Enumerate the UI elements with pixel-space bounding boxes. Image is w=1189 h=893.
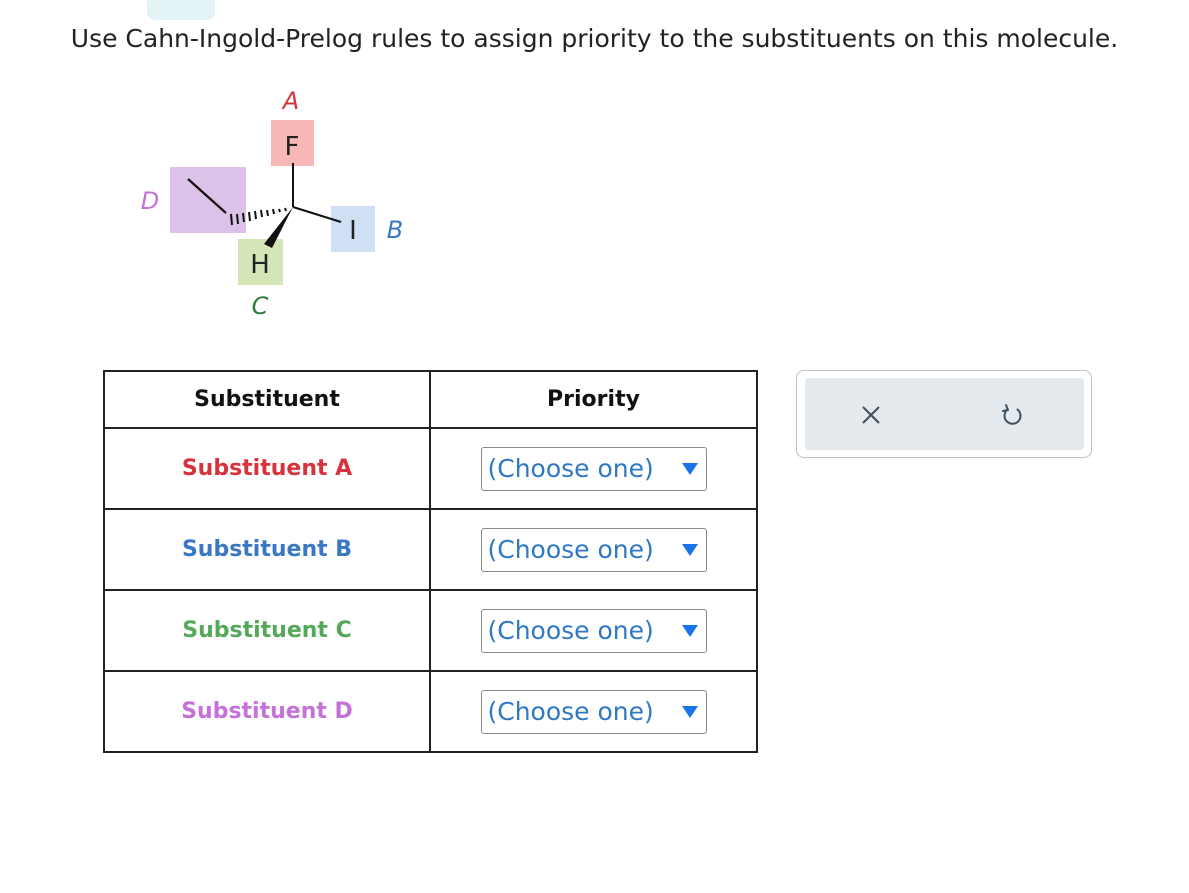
priority-select-a[interactable]: (Choose one)	[480, 446, 707, 491]
table-row: Substituent D (Choose one)	[103, 670, 758, 753]
select-value: (Choose one)	[487, 616, 654, 645]
substituent-d-box	[170, 167, 246, 233]
action-bar	[805, 378, 1084, 450]
table-header-row: Substituent Priority	[103, 370, 758, 429]
substituent-b-label: Substituent B	[181, 537, 353, 562]
label-a: A	[281, 87, 299, 115]
clear-button[interactable]	[856, 400, 886, 430]
action-panel	[796, 370, 1092, 458]
reset-button[interactable]	[997, 400, 1027, 430]
priority-select-b[interactable]: (Choose one)	[480, 527, 707, 572]
caret-down-icon	[681, 462, 698, 475]
table-row: Substituent A (Choose one)	[103, 427, 758, 510]
undo-icon	[1002, 404, 1022, 425]
priority-table: Substituent Priority Substituent A (Choo…	[103, 370, 758, 753]
caret-down-icon	[681, 543, 698, 556]
close-icon	[862, 406, 880, 424]
select-value: (Choose one)	[487, 535, 654, 564]
label-c: C	[252, 292, 269, 320]
caret-down-icon	[681, 705, 698, 718]
select-value: (Choose one)	[487, 697, 654, 726]
priority-select-d[interactable]: (Choose one)	[480, 689, 707, 734]
table-row: Substituent C (Choose one)	[103, 589, 758, 672]
label-d: D	[141, 187, 159, 215]
atom-i: I	[349, 216, 357, 246]
substituent-c-label: Substituent C	[182, 618, 352, 643]
header-priority: Priority	[429, 370, 758, 429]
substituent-d-label: Substituent D	[181, 699, 353, 724]
header-substituent: Substituent	[103, 370, 431, 429]
label-b: B	[387, 216, 403, 244]
substituent-a-label: Substituent A	[181, 456, 353, 481]
priority-select-c[interactable]: (Choose one)	[480, 608, 707, 653]
atom-f: F	[285, 132, 300, 162]
table-row: Substituent B (Choose one)	[103, 508, 758, 591]
atom-h: H	[250, 250, 270, 280]
molecule-diagram: F I H A B C D	[141, 87, 403, 320]
caret-down-icon	[681, 624, 698, 637]
select-value: (Choose one)	[487, 454, 654, 483]
